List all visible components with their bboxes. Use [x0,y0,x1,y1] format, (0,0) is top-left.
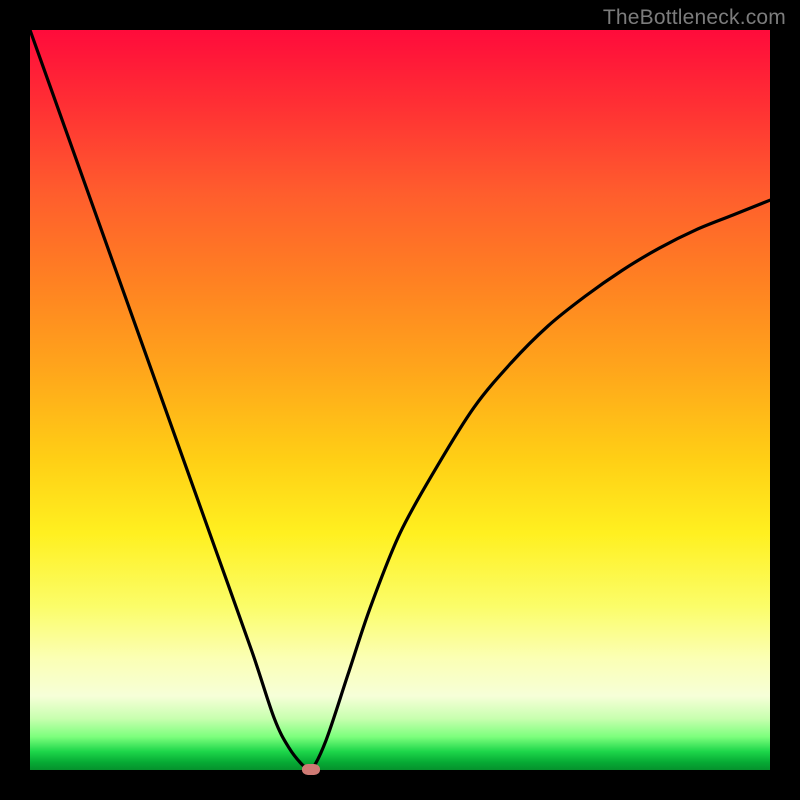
plot-area [30,30,770,770]
bottleneck-curve [30,30,770,770]
chart-frame: TheBottleneck.com [0,0,800,800]
watermark-text: TheBottleneck.com [603,6,786,30]
optimum-marker [302,764,320,775]
